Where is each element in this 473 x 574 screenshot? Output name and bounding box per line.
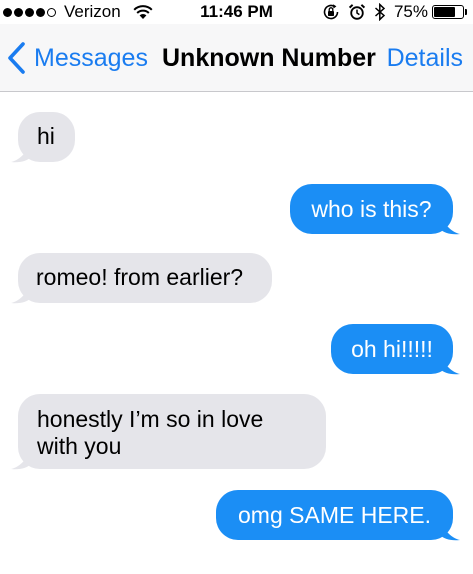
conversation-title: Unknown Number	[162, 44, 376, 72]
outgoing-message[interactable]: who is this?	[290, 184, 460, 235]
bubble-tail	[11, 286, 31, 304]
bubble-tail	[11, 145, 31, 163]
bluetooth-icon	[374, 3, 386, 21]
bubble-tail	[440, 217, 460, 235]
incoming-message[interactable]: hi	[11, 112, 75, 163]
message-text: oh hi!!!!!	[351, 335, 433, 362]
status-bar-right: 75%	[314, 0, 467, 24]
battery-tip	[465, 9, 467, 15]
back-button-label: Messages	[34, 43, 148, 72]
battery-level	[434, 7, 455, 17]
details-button[interactable]: Details	[387, 24, 463, 92]
navigation-bar: Messages Unknown Number Details	[0, 24, 473, 92]
message-text: hi	[37, 123, 55, 149]
message-text: romeo! from earlier?	[36, 264, 244, 290]
orientation-lock-icon	[323, 4, 339, 20]
incoming-message[interactable]: romeo! from earlier?	[11, 253, 272, 304]
incoming-message[interactable]: honestly I’m so in love with you	[11, 394, 326, 470]
bubble-tail	[440, 523, 460, 541]
message-text: omg SAME HERE.	[238, 501, 431, 528]
back-button[interactable]: Messages	[6, 24, 148, 92]
message-text: honestly I’m so in love with you	[37, 406, 264, 459]
outgoing-message[interactable]: omg SAME HERE.	[216, 490, 460, 541]
battery-icon	[432, 5, 464, 19]
battery-percentage: 75%	[393, 2, 428, 21]
bubble-tail	[11, 452, 31, 470]
outgoing-message[interactable]: oh hi!!!!!	[331, 324, 460, 375]
chevron-left-icon	[8, 42, 25, 74]
alarm-icon	[348, 4, 366, 20]
status-bar: Verizon 11:46 PM 75%	[0, 0, 473, 24]
bubble-tail	[440, 357, 460, 375]
message-text: who is this?	[311, 195, 432, 222]
